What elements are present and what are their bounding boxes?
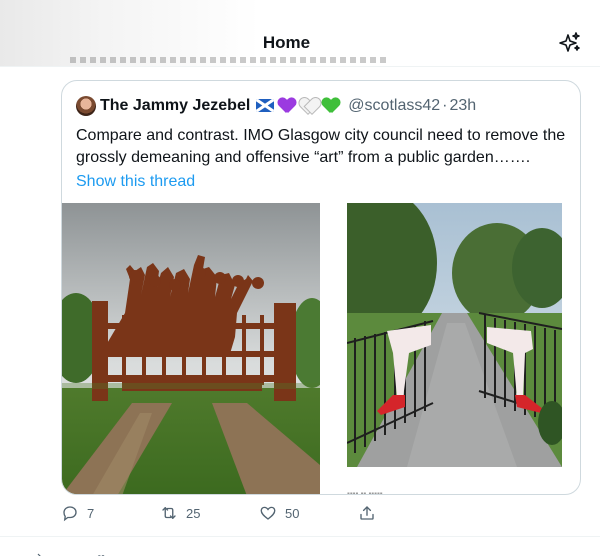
page-title: Home [262,33,311,52]
scotland-flag-icon [256,97,275,115]
avatar[interactable] [76,96,96,116]
quoted-tweet-header: The Jammy Jezebel @scotlass42 · 23h [76,95,476,117]
reply-icon [63,506,77,522]
heart-icon [260,506,276,520]
retweet-icon [162,507,176,519]
quoted-tweet-text: Compare and contrast. IMO Glasgow city c… [76,127,566,166]
share-icon [360,506,374,520]
sparkle-icon[interactable] [557,31,581,55]
white-heart-icon [300,98,318,114]
author-handle[interactable]: @scotlass42 [348,97,440,115]
like-button[interactable]: 50 [259,504,299,522]
reply-count: 7 [87,505,95,521]
previous-tweet-text-peek [70,57,390,63]
purple-heart-icon [278,98,296,114]
gate-legs-photo[interactable] [347,203,562,467]
tweet-actions: 7 25 50 [0,500,600,530]
bottom-divider [0,536,600,537]
share-button[interactable] [358,504,384,522]
retweet-button[interactable]: 25 [160,504,200,522]
green-heart-icon [322,98,340,114]
gate-sculpture-photo[interactable] [62,203,320,494]
show-thread-link[interactable]: Show this thread [76,173,195,191]
top-bar-divider [0,66,600,67]
like-count: 50 [285,505,300,521]
tweet-time[interactable]: 23h [449,97,476,115]
next-tweet-peek: ⇄ ▪▪ ▪▪▪▪ ▪▪ ♥ ▪▪▪▪▪▪▪▪ [30,550,149,556]
photo-caption-peek: ▪▪▪▪ ▪▪ ▪▪▪▪▪ [347,489,383,495]
dot-separator: · [442,97,448,114]
retweet-count: 25 [186,505,201,521]
author-name[interactable]: The Jammy Jezebel [100,97,250,115]
reply-button[interactable]: 7 [61,504,94,522]
quoted-tweet[interactable]: The Jammy Jezebel @scotlass42 · 23h Comp… [61,80,581,495]
